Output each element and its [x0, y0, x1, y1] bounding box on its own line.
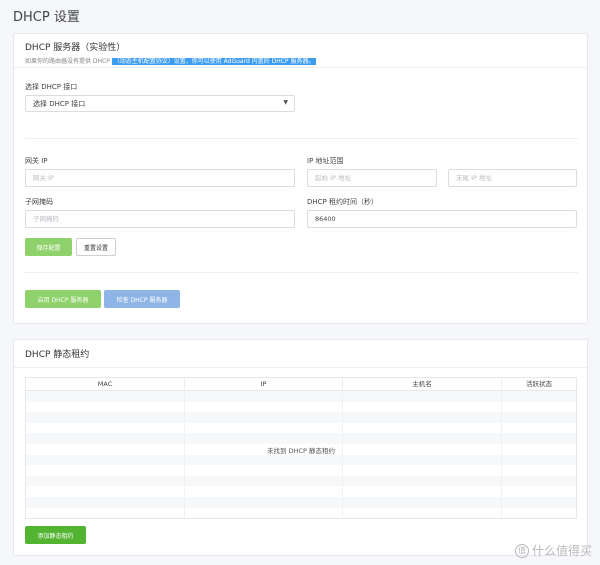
range-end-input[interactable]	[448, 169, 577, 187]
interface-select[interactable]: 选择 DHCP 接口 ▼	[25, 95, 295, 112]
table-row	[26, 465, 576, 476]
dhcp-server-subtitle: 如果你的路由器没有提供 DHCP （动态主机配置协议）设置，你可以使用 AdGu…	[25, 56, 576, 65]
divider	[25, 272, 578, 273]
interface-select-value: 选择 DHCP 接口	[33, 100, 86, 108]
table-row	[26, 486, 576, 497]
table-row	[26, 433, 576, 444]
dhcp-server-title: DHCP 服务器（实验性）	[25, 43, 126, 53]
watermark-text: 什么值得买	[531, 544, 592, 558]
table-row	[26, 454, 576, 466]
static-leases-card: DHCP 静态租约 MAC IP 主机名 活跃状态 未找到 DHCP 静态租约 …	[13, 339, 588, 556]
table-header: MAC IP 主机名 活跃状态	[26, 378, 576, 391]
table-row	[26, 496, 576, 508]
watermark: 值 什么值得买	[514, 542, 592, 559]
table-row	[26, 391, 576, 402]
page-title: DHCP 设置	[13, 10, 80, 25]
enable-dhcp-button[interactable]: 启用 DHCP 服务器	[25, 290, 101, 308]
subnet-label: 子网掩码	[25, 198, 53, 206]
gateway-label: 网关 IP	[25, 157, 48, 165]
ip-range-label: IP 地址范围	[307, 157, 344, 165]
add-static-lease-button[interactable]: 添加静态租约	[25, 526, 86, 544]
table-row	[26, 422, 576, 434]
empty-leases-message: 未找到 DHCP 静态租约	[267, 447, 335, 455]
subtitle-highlight: （动态主机配置协议）设置，你可以使用 AdGuard 内置的 DHCP 服务器。	[111, 58, 317, 65]
save-config-button[interactable]: 保存配置	[25, 238, 72, 256]
gateway-input[interactable]	[25, 169, 295, 187]
check-dhcp-button[interactable]: 检查 DHCP 服务器	[104, 290, 180, 308]
static-leases-card-header: DHCP 静态租约	[14, 340, 587, 368]
table-row	[26, 401, 576, 413]
watermark-logo-icon: 值	[514, 543, 529, 558]
column-header-status[interactable]: 活跃状态	[502, 378, 576, 390]
reset-settings-button[interactable]: 重置设置	[76, 238, 116, 256]
table-row	[26, 412, 576, 423]
subtitle-prefix: 如果你的路由器没有提供 DHCP	[25, 58, 112, 65]
static-leases-title: DHCP 静态租约	[25, 350, 90, 360]
interface-label: 选择 DHCP 接口	[25, 83, 78, 91]
static-leases-table: MAC IP 主机名 活跃状态 未找到 DHCP 静态租约	[25, 377, 577, 519]
table-row	[26, 507, 576, 519]
caret-down-icon: ▼	[283, 99, 288, 106]
divider	[25, 138, 578, 139]
subnet-input[interactable]	[25, 210, 295, 228]
column-header-mac[interactable]: MAC	[26, 378, 185, 390]
range-start-input[interactable]	[307, 169, 437, 187]
column-header-hostname[interactable]: 主机名	[343, 378, 502, 390]
lease-input[interactable]	[307, 210, 577, 228]
column-header-ip[interactable]: IP	[185, 378, 343, 390]
table-row	[26, 475, 576, 487]
dhcp-server-card: DHCP 服务器（实验性） 如果你的路由器没有提供 DHCP （动态主机配置协议…	[13, 33, 588, 324]
dhcp-server-card-header: DHCP 服务器（实验性） 如果你的路由器没有提供 DHCP （动态主机配置协议…	[14, 34, 587, 68]
lease-label: DHCP 租约时间（秒）	[307, 198, 378, 206]
